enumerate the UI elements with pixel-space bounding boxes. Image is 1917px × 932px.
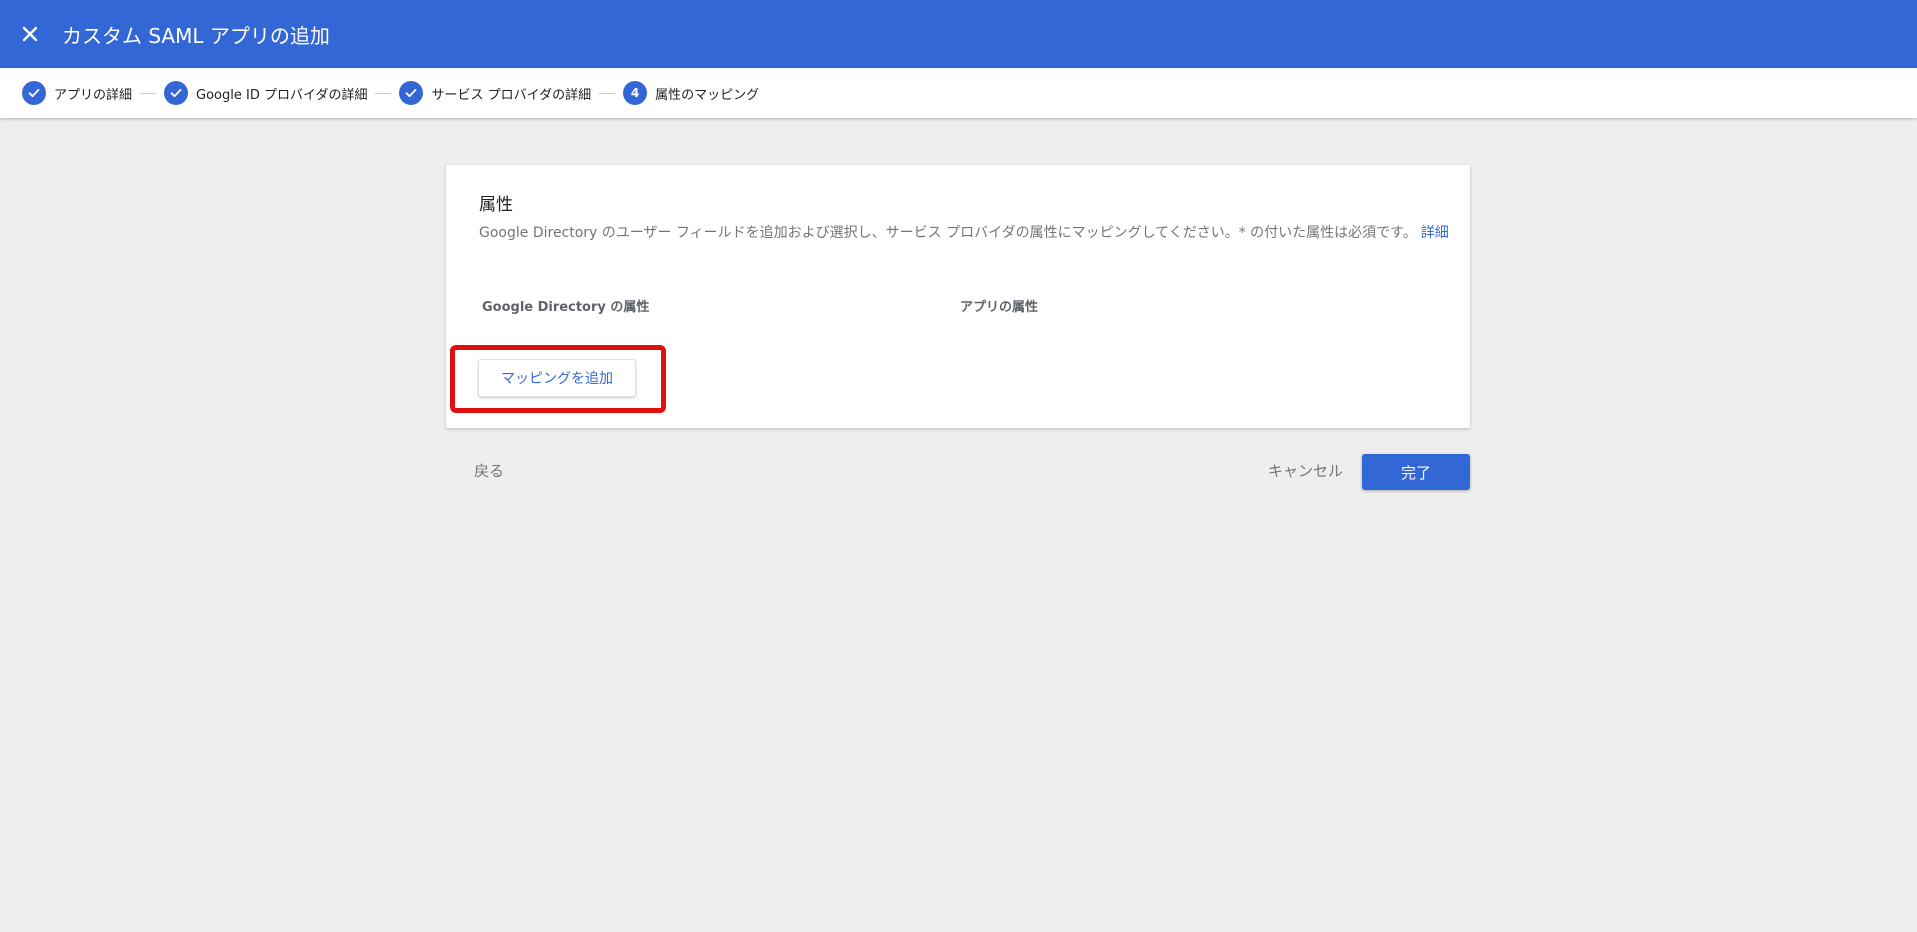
step-label: アプリの詳細 xyxy=(54,87,133,103)
step-divider xyxy=(375,92,392,94)
step-complete-indicator xyxy=(399,81,424,105)
step-label: サービス プロバイダの詳細 xyxy=(431,87,592,103)
step-complete-indicator xyxy=(164,81,189,105)
page-title: カスタム SAML アプリの追加 xyxy=(62,23,330,48)
details-link[interactable]: 詳細 xyxy=(1421,225,1449,241)
card-description: Google Directory のユーザー フィールドを追加および選択し、サー… xyxy=(479,221,1454,245)
step-number-badge: 4 xyxy=(623,81,648,105)
description-text: Google Directory のユーザー フィールドを追加および選択し、サー… xyxy=(479,225,1417,241)
close-icon xyxy=(22,26,38,42)
stepper: アプリの詳細 Google ID プロバイダの詳細 サービス プロバイダの詳細 … xyxy=(0,68,1917,118)
cancel-button[interactable]: キャンセル xyxy=(1268,460,1343,481)
step-sp-details[interactable]: サービス プロバイダの詳細 xyxy=(399,81,591,105)
step-idp-details[interactable]: Google ID プロバイダの詳細 xyxy=(164,81,367,105)
step-divider xyxy=(599,92,616,94)
step-attribute-mapping[interactable]: 4 属性のマッピング xyxy=(623,81,759,105)
check-icon xyxy=(406,88,417,98)
check-icon xyxy=(170,88,182,98)
column-header-directory-attribute: Google Directory の属性 xyxy=(482,300,650,315)
column-header-app-attribute: アプリの属性 xyxy=(960,300,1039,315)
add-mapping-button[interactable]: マッピングを追加 xyxy=(478,359,636,397)
step-app-details[interactable]: アプリの詳細 xyxy=(22,81,132,105)
step-label: Google ID プロバイダの詳細 xyxy=(196,87,368,103)
app-bar: カスタム SAML アプリの追加 xyxy=(0,0,1917,68)
attributes-card: 属性 Google Directory のユーザー フィールドを追加および選択し… xyxy=(446,165,1470,428)
back-button[interactable]: 戻る xyxy=(474,460,504,481)
check-icon xyxy=(28,88,40,98)
card-title: 属性 xyxy=(479,195,513,215)
step-divider xyxy=(140,92,157,94)
close-button[interactable] xyxy=(0,0,60,68)
done-button[interactable]: 完了 xyxy=(1362,454,1470,490)
step-label: 属性のマッピング xyxy=(655,87,760,103)
step-complete-indicator xyxy=(22,81,46,105)
